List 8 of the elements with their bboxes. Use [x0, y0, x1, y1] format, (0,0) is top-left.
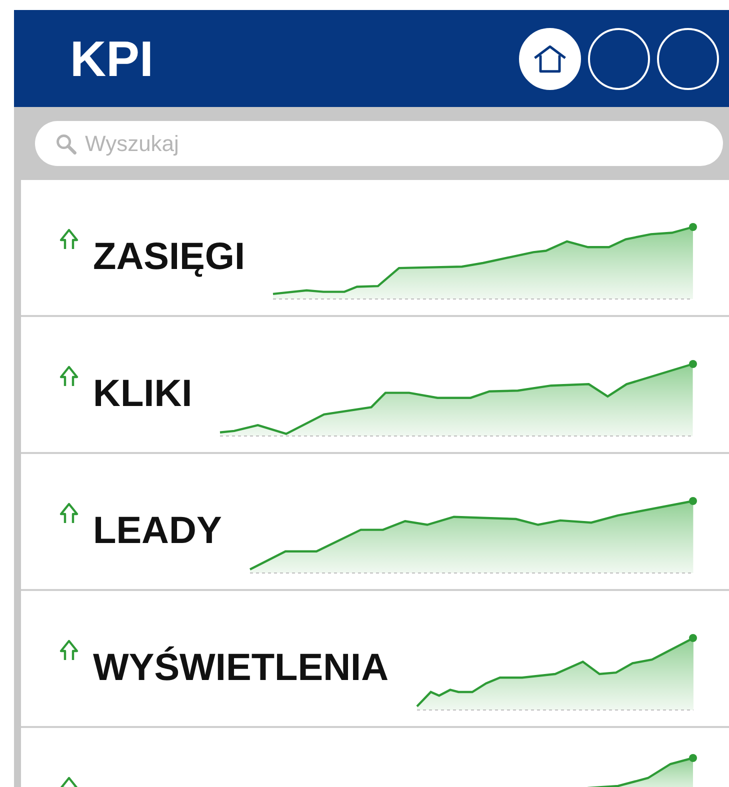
- app-title: KPI: [70, 30, 154, 88]
- search-field[interactable]: Wyszukaj: [35, 121, 723, 166]
- nav-button[interactable]: [588, 28, 650, 90]
- nav-button[interactable]: [657, 28, 719, 90]
- kpi-label: ZASIĘGI: [93, 236, 246, 279]
- kpi-label: LEADY: [93, 510, 222, 553]
- kpi-label: KLIKI: [93, 373, 192, 416]
- kpi-label: WYŚWIETLENIA: [93, 647, 389, 690]
